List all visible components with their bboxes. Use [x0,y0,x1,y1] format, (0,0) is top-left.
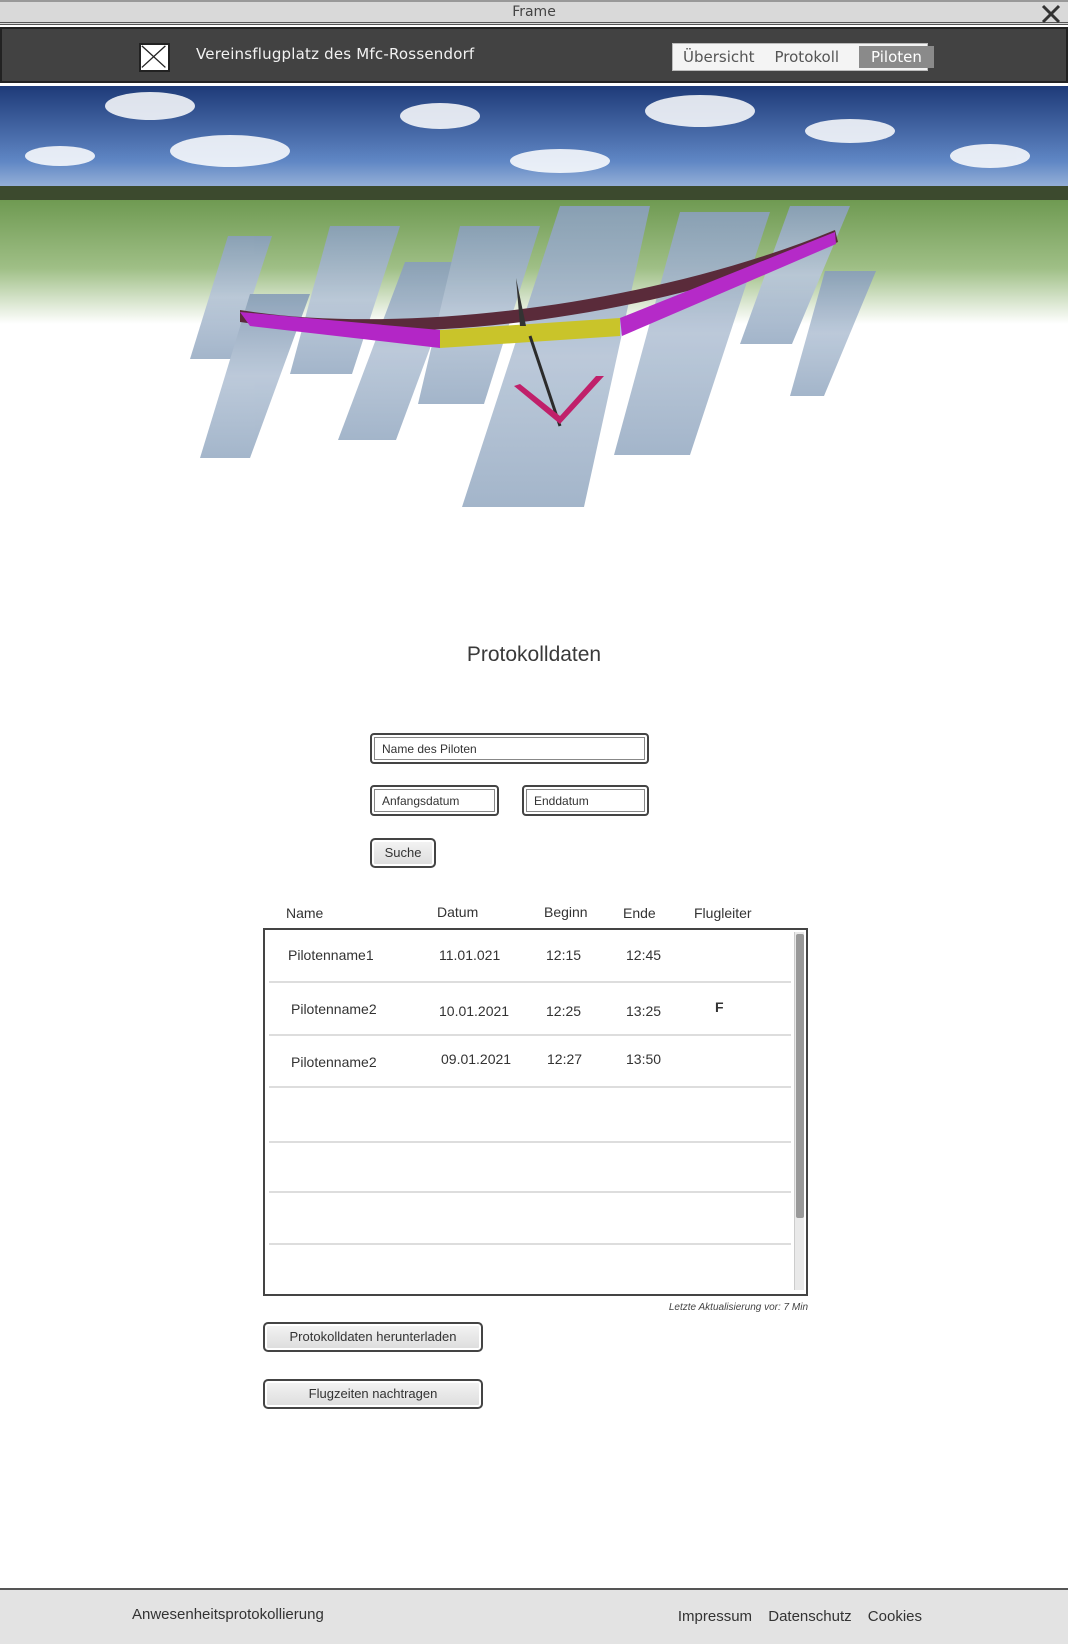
table-scrollbar[interactable] [794,932,804,1290]
search-button[interactable]: Suche [370,838,436,868]
table-row[interactable] [269,1245,791,1294]
glider-hero-image [0,86,1068,507]
footer-link-cookies[interactable]: Cookies [868,1608,922,1625]
page-title: Protokolldaten [466,643,602,666]
add-flight-times-button[interactable]: Flugzeiten nachtragen [263,1379,483,1409]
nav-item-protokoll[interactable]: Protokoll [775,48,840,66]
table-scrollbar-thumb[interactable] [796,934,804,1218]
site-header: Vereinsflugplatz des Mfc-Rossendorf Über… [0,27,1068,83]
column-header-end: Ende [623,905,656,921]
cell-name: Pilotenname1 [288,947,374,963]
footer-link-datenschutz[interactable]: Datenschutz [768,1608,851,1625]
table-row[interactable] [269,1143,791,1193]
cell-flight-lead: F [715,999,724,1015]
column-header-flight-lead: Flugleiter [694,905,752,921]
nav-item-uebersicht[interactable]: Übersicht [683,48,755,66]
footer-title: Anwesenheitsprotokollierung [132,1606,324,1623]
column-header-name: Name [286,905,324,921]
cell-end: 13:25 [626,1003,662,1019]
last-update-text: Letzte Aktualisierung vor: 7 Min [668,1302,808,1313]
end-date-input[interactable]: Enddatum [522,785,649,816]
pilot-name-input[interactable]: Name des Piloten [370,733,649,764]
footer-links: Impressum Datenschutz Cookies [666,1608,922,1625]
cell-begin: 12:15 [546,947,582,963]
site-title: Vereinsflugplatz des Mfc-Rossendorf [196,45,475,63]
close-icon[interactable] [1040,3,1062,25]
download-log-button[interactable]: Protokolldaten herunterladen [263,1322,483,1352]
table-row[interactable] [269,1193,791,1245]
table-row[interactable]: Pilotenname2 09.01.2021 12:27 13:50 [269,1036,791,1088]
cell-end: 12:45 [626,947,662,963]
site-footer: Anwesenheitsprotokollierung Impressum Da… [0,1588,1068,1644]
cell-date: 10.01.2021 [439,1003,510,1019]
cell-begin: 12:27 [547,1051,583,1067]
column-header-date: Datum [437,904,479,920]
image-placeholder-icon[interactable] [139,43,170,72]
start-date-input[interactable]: Anfangsdatum [370,785,499,816]
footer-link-impressum[interactable]: Impressum [678,1608,752,1625]
cell-date: 09.01.2021 [441,1051,512,1067]
cell-end: 13:50 [626,1051,662,1067]
cell-name: Pilotenname2 [291,1054,377,1070]
flight-log-table[interactable]: Pilotenname1 11.01.021 12:15 12:45 Pilot… [263,928,808,1296]
table-row[interactable] [269,1088,791,1143]
column-header-begin: Beginn [544,904,588,920]
cell-name: Pilotenname2 [291,1001,377,1017]
cell-begin: 12:25 [546,1003,582,1019]
window-title-bar: Frame [0,0,1068,25]
table-row[interactable]: Pilotenname1 11.01.021 12:15 12:45 [269,930,791,983]
main-nav: Übersicht Protokoll Piloten [672,43,934,71]
window-title: Frame [512,4,556,20]
nav-item-piloten[interactable]: Piloten [859,46,934,68]
cell-date: 11.01.021 [439,947,501,963]
table-row[interactable]: Pilotenname2 10.01.2021 12:25 13:25 F [269,983,791,1036]
